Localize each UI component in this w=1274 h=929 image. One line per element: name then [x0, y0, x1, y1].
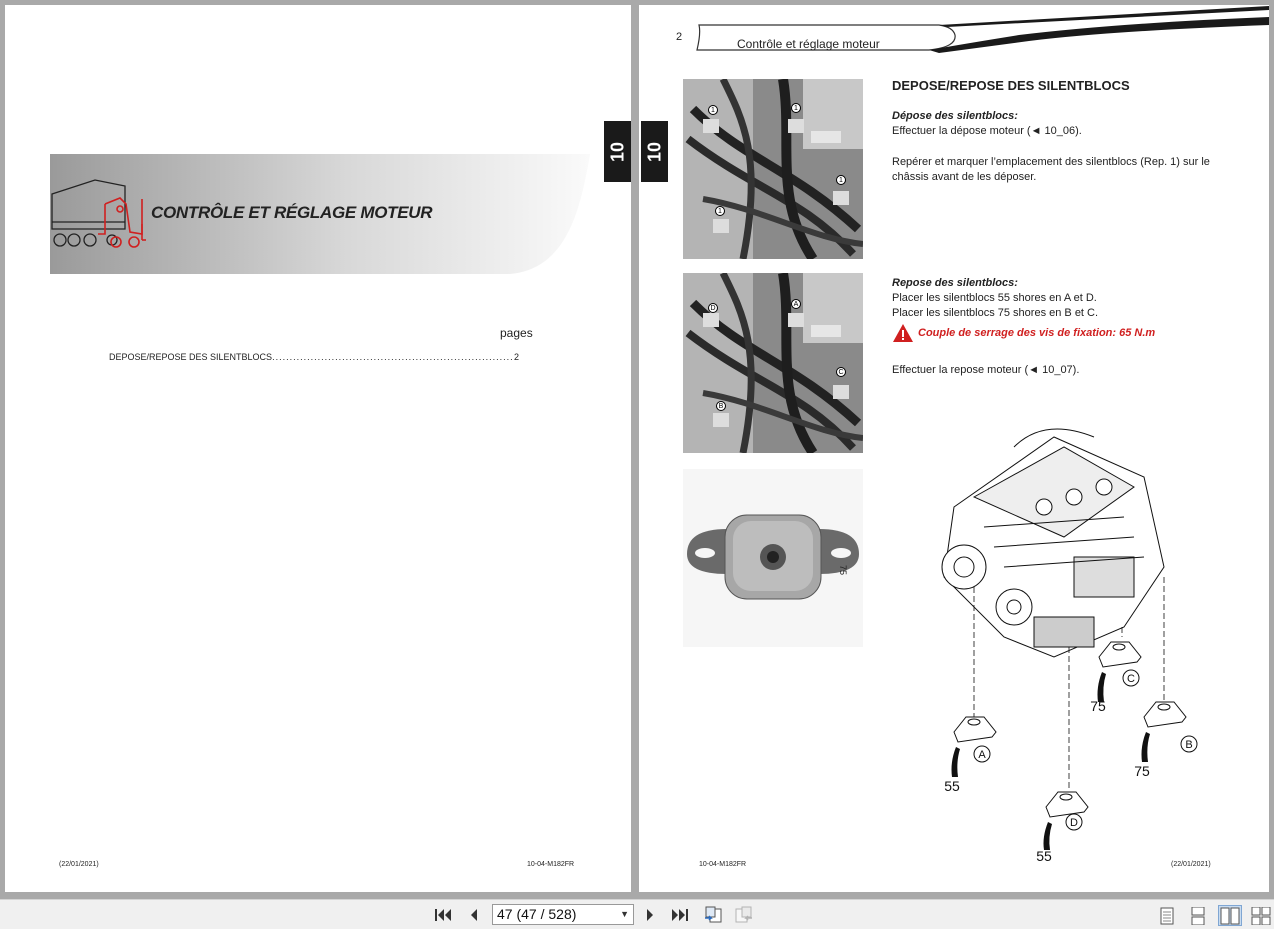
- hardness-75-b: 75: [1134, 763, 1150, 779]
- marker-b: B: [716, 401, 726, 411]
- repose-line-2: Placer les silentblocs 75 shores en B et…: [892, 307, 1099, 319]
- hardness-75-c: 75: [1090, 698, 1106, 714]
- label-a: A: [978, 749, 986, 761]
- silentbloc-b: [1143, 701, 1187, 728]
- toc-leader-dots: ........................................…: [272, 352, 514, 362]
- go-forward-view-icon: [735, 906, 752, 923]
- silentbloc-a: [953, 716, 997, 743]
- page-number-value: 47 (47 / 528): [497, 906, 577, 922]
- engine-bay-photo-2: D A C B: [683, 273, 863, 453]
- footer-code: 10-04-M182FR: [699, 861, 747, 868]
- footer-date: (22/01/2021): [59, 861, 99, 868]
- dropdown-arrow-icon: ▼: [620, 909, 629, 919]
- silentbloc-d: [1045, 791, 1089, 818]
- previous-page-button[interactable]: [463, 905, 485, 925]
- go-back-view-icon: [705, 906, 722, 923]
- first-page-button[interactable]: [432, 905, 454, 925]
- footer-date: (22/01/2021): [1171, 861, 1211, 868]
- repose-line-1: Placer les silentblocs 55 shores en A et…: [892, 292, 1097, 304]
- engine-drawing: [941, 428, 1165, 658]
- repose-moteur-line: Effectuer la repose moteur (◄ 10_07).: [892, 364, 1080, 376]
- chapter-tab: 10: [604, 121, 631, 182]
- continuous-facing-icon: [1251, 906, 1271, 925]
- marker-1: 1: [791, 103, 801, 113]
- chapter-tab: 10: [641, 121, 668, 182]
- label-b: B: [1185, 739, 1192, 751]
- depose-block: Dépose des silentblocs: Effectuer la dép…: [892, 109, 1237, 139]
- toc-entry-label: DEPOSE/REPOSE DES SILENTBLOCS: [109, 352, 273, 362]
- next-page-icon: [647, 909, 653, 921]
- toc-entry-page: 2: [513, 352, 519, 362]
- last-page-button[interactable]: [669, 905, 691, 925]
- toc-entry[interactable]: DEPOSE/REPOSE DES SILENTBLOCS ..........…: [109, 352, 519, 362]
- marker-1: 1: [836, 175, 846, 185]
- repose-block: Repose des silentblocs: Placer les silen…: [892, 276, 1237, 321]
- reperer-line: Repérer et marquer l’emplacement des sil…: [892, 156, 1210, 183]
- depose-heading: Dépose des silentblocs:: [892, 110, 1018, 122]
- right-page: 10 2 Contrôle et réglage moteur 1 1 1 1: [639, 5, 1269, 892]
- continuous-facing-view-button[interactable]: [1249, 905, 1273, 926]
- mount-marking: 75: [838, 564, 849, 576]
- label-c: C: [1127, 673, 1135, 685]
- previous-page-icon: [471, 909, 477, 921]
- silentbloc-photo: 75: [683, 469, 863, 647]
- depose-line: Effectuer la dépose moteur (◄ 10_06).: [892, 125, 1082, 137]
- page-number-select[interactable]: 47 (47 / 528) ▼: [492, 904, 634, 925]
- marker-a: A: [791, 299, 801, 309]
- warning-icon: [893, 324, 913, 342]
- go-forward-button[interactable]: [733, 905, 755, 925]
- continuous-page-icon: [1191, 906, 1205, 925]
- continuous-view-button[interactable]: [1186, 905, 1210, 926]
- footer-code: 10-04-M182FR: [527, 861, 575, 868]
- header-swoosh: [696, 6, 1269, 53]
- engine-bay-photo-1: 1 1 1 1: [683, 79, 863, 259]
- single-page-icon: [1160, 907, 1174, 924]
- repose-heading: Repose des silentblocs:: [892, 277, 1018, 289]
- torque-warning: Couple de serrage des vis de fixation: 6…: [892, 323, 1155, 343]
- hardness-55-d: 55: [1036, 848, 1052, 864]
- running-head: Contrôle et réglage moteur: [737, 37, 880, 51]
- page-number: 2: [676, 31, 683, 43]
- next-page-button[interactable]: [639, 905, 661, 925]
- marker-1: 1: [708, 105, 718, 115]
- section-title: DEPOSE/REPOSE DES SILENTBLOCS: [892, 78, 1130, 93]
- first-page-icon: [435, 909, 451, 921]
- left-page: CONTRÔLE ET RÉGLAGE MOTEUR pages DEPOSE/…: [5, 5, 631, 892]
- marker-d: D: [708, 303, 718, 313]
- pages-label: pages: [500, 326, 533, 340]
- facing-pages-view-button[interactable]: [1218, 905, 1242, 926]
- viewer-toolbar: 47 (47 / 528) ▼: [0, 899, 1274, 929]
- single-page-view-button[interactable]: [1155, 905, 1179, 926]
- marker-1: 1: [715, 206, 725, 216]
- warning-text: Couple de serrage des vis de fixation: 6…: [918, 327, 1156, 339]
- label-d: D: [1070, 817, 1078, 829]
- facing-pages-icon: [1220, 907, 1240, 924]
- engine-mount-diagram: A B C D 55 75 75 55: [941, 428, 1198, 864]
- go-back-button[interactable]: [702, 905, 724, 925]
- chapter-title: CONTRÔLE ET RÉGLAGE MOTEUR: [151, 203, 433, 222]
- silentbloc-c: [1098, 641, 1142, 668]
- hardness-55-a: 55: [944, 778, 960, 794]
- last-page-icon: [672, 909, 688, 921]
- marker-c: C: [836, 367, 846, 377]
